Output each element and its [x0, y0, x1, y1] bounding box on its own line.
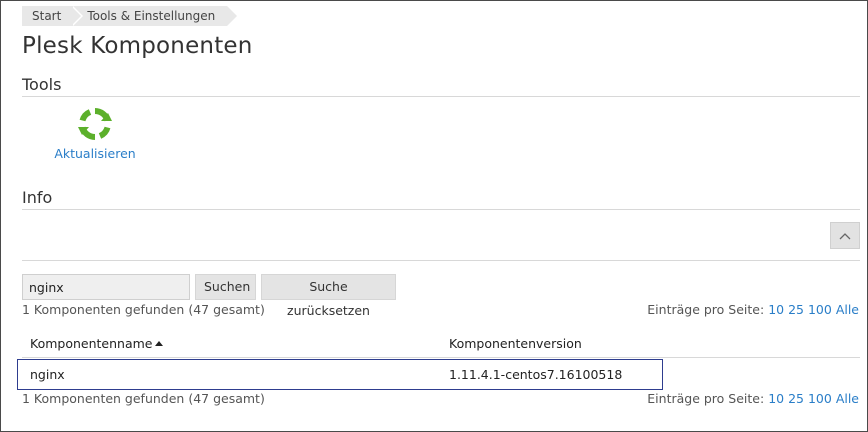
info-divider: [22, 209, 860, 210]
column-header-name[interactable]: Komponentenname: [30, 336, 164, 351]
sort-ascending-icon: [155, 341, 164, 346]
collapse-info-button[interactable]: [830, 222, 860, 249]
search-input[interactable]: [22, 274, 190, 300]
per-page-all[interactable]: Alle: [836, 391, 859, 406]
tools-divider: [22, 96, 860, 97]
breadcrumb-start[interactable]: Start: [22, 6, 84, 26]
per-page-selector-bottom: Einträge pro Seite: 10 25 100 Alle: [647, 391, 859, 406]
table-row[interactable]: nginx 1.11.4.1-centos7.16100518: [17, 359, 663, 390]
per-page-selector-top: Einträge pro Seite: 10 25 100 Alle: [647, 302, 859, 317]
per-page-25[interactable]: 25: [788, 302, 804, 317]
search-divider: [22, 260, 860, 261]
per-page-all[interactable]: Alle: [836, 302, 859, 317]
results-summary-bottom: 1 Komponenten gefunden (47 gesamt): [22, 391, 265, 406]
reset-search-button[interactable]: Suche zurücksetzen: [261, 274, 396, 318]
per-page-label: Einträge pro Seite:: [647, 391, 765, 406]
refresh-icon: [78, 108, 112, 140]
update-label[interactable]: Aktualisieren: [50, 146, 140, 161]
cell-component-name: nginx: [30, 367, 65, 382]
per-page-10[interactable]: 10: [768, 391, 784, 406]
per-page-10[interactable]: 10: [768, 302, 784, 317]
search-button[interactable]: Suchen: [195, 274, 256, 300]
per-page-label: Einträge pro Seite:: [647, 302, 765, 317]
per-page-100[interactable]: 100: [808, 302, 832, 317]
per-page-100[interactable]: 100: [808, 391, 832, 406]
table-header-divider: [22, 357, 860, 358]
per-page-25[interactable]: 25: [788, 391, 804, 406]
page-title: Plesk Komponenten: [22, 33, 253, 59]
results-summary-top: 1 Komponenten gefunden (47 gesamt): [22, 302, 265, 317]
breadcrumb: Start Tools & Einstellungen: [22, 6, 238, 26]
column-header-version[interactable]: Komponentenversion: [449, 336, 582, 351]
update-tool[interactable]: Aktualisieren: [50, 107, 140, 161]
column-header-name-label: Komponentenname: [30, 336, 153, 351]
cell-component-version: 1.11.4.1-centos7.16100518: [449, 367, 623, 382]
info-section-title: Info: [22, 188, 53, 207]
tools-section-title: Tools: [22, 75, 62, 94]
breadcrumb-tools-settings[interactable]: Tools & Einstellungen: [69, 6, 238, 26]
chevron-up-icon: [839, 232, 851, 239]
